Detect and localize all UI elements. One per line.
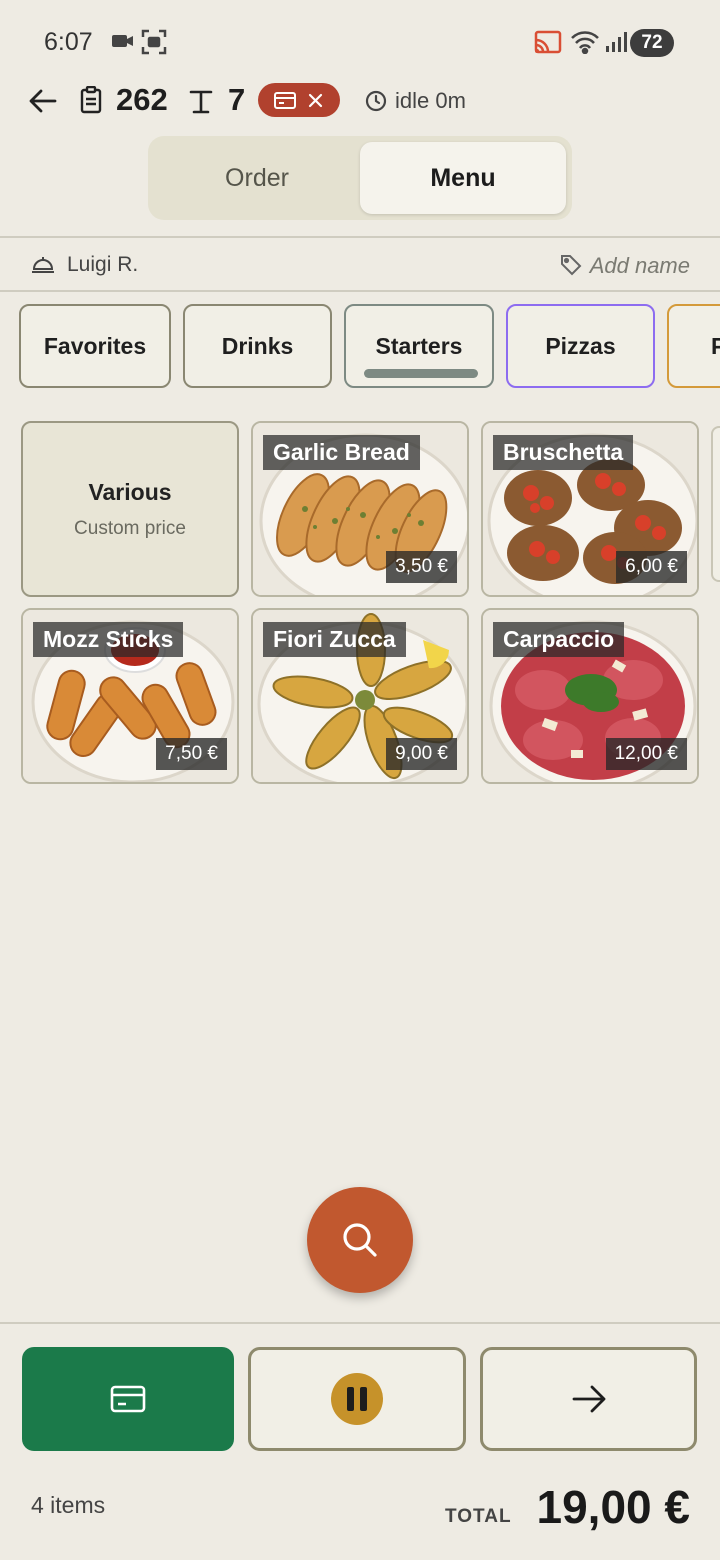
service-bell-icon	[31, 254, 55, 279]
card-icon	[274, 92, 296, 109]
order-menu-switch: Order Menu	[148, 136, 572, 220]
cast-icon	[534, 30, 562, 59]
divider	[0, 1322, 720, 1324]
product-price: 6,00 €	[616, 551, 687, 583]
idle-time: idle 0m	[395, 88, 466, 113]
product-name: Fiori Zucca	[263, 622, 406, 657]
battery-indicator: 72	[630, 29, 674, 57]
close-icon	[308, 93, 323, 108]
product-subtitle: Custom price	[74, 517, 186, 539]
category-favorites[interactable]: Favorites	[19, 304, 171, 388]
tab-menu[interactable]: Menu	[360, 142, 566, 214]
selected-indicator	[364, 369, 478, 378]
product-name: Carpaccio	[493, 622, 625, 657]
clock: 6:07	[44, 28, 93, 56]
total-value: 19,00 €	[536, 1481, 690, 1533]
card-icon	[110, 1385, 146, 1413]
video-camera-icon	[111, 31, 135, 56]
add-name-link[interactable]: Add name	[590, 253, 690, 279]
items-count: 4 items	[31, 1492, 106, 1518]
category-starters[interactable]: Starters	[344, 304, 494, 388]
product-name: Mozz Sticks	[33, 622, 184, 657]
product-card-partial[interactable]	[711, 426, 720, 582]
category-drinks[interactable]: Drinks	[183, 304, 332, 388]
category-pizzas[interactable]: Pizzas	[506, 304, 655, 388]
search-button[interactable]	[307, 1187, 413, 1293]
product-various[interactable]: Various Custom price	[21, 421, 239, 597]
product-name: Garlic Bread	[263, 435, 420, 470]
send-button[interactable]	[480, 1347, 697, 1451]
hold-button[interactable]	[248, 1347, 466, 1451]
divider	[0, 290, 720, 292]
product-price: 3,50 €	[386, 551, 457, 583]
product-price: 7,50 €	[156, 738, 227, 770]
product-mozz-sticks[interactable]: Mozz Sticks 7,50 €	[21, 608, 239, 784]
product-price: 12,00 €	[605, 738, 687, 770]
waiter-row: Luigi R. Add name	[0, 238, 720, 292]
order-number: 262	[116, 82, 168, 117]
clipboard-icon	[80, 85, 102, 119]
product-price: 9,00 €	[386, 738, 457, 770]
pause-icon	[331, 1373, 383, 1425]
search-icon	[343, 1223, 377, 1257]
table-icon	[188, 89, 214, 120]
product-garlic-bread[interactable]: Garlic Bread 3,50 €	[251, 421, 469, 597]
wifi-icon	[570, 30, 600, 59]
product-name: Bruschetta	[493, 435, 634, 470]
arrow-right-icon	[572, 1385, 605, 1413]
clock-icon	[365, 90, 387, 117]
category-next[interactable]: P	[667, 304, 720, 388]
status-bar: 6:07 72	[0, 0, 720, 84]
table-number: 7	[228, 82, 246, 117]
tab-order[interactable]: Order	[154, 142, 360, 214]
order-header: 262 7 idle 0m	[0, 80, 720, 124]
product-carpaccio[interactable]: Carpaccio 12,00 €	[481, 608, 699, 784]
product-bruschetta[interactable]: Bruschetta 6,00 €	[481, 421, 699, 597]
category-tabs: Favorites Drinks Starters Pizzas P	[0, 304, 720, 388]
screen-capture-icon	[141, 29, 167, 60]
category-label: Starters	[375, 332, 463, 359]
signal-icon	[604, 30, 628, 59]
tag-icon[interactable]	[560, 254, 582, 281]
back-arrow-icon[interactable]	[28, 86, 58, 121]
product-name: Various	[88, 478, 172, 505]
payment-status-badge[interactable]	[258, 83, 340, 117]
waiter-name: Luigi R.	[67, 253, 139, 276]
pay-button[interactable]	[22, 1347, 234, 1451]
product-fiori-zucca[interactable]: Fiori Zucca 9,00 €	[251, 608, 469, 784]
total-label: TOTAL	[445, 1506, 512, 1527]
